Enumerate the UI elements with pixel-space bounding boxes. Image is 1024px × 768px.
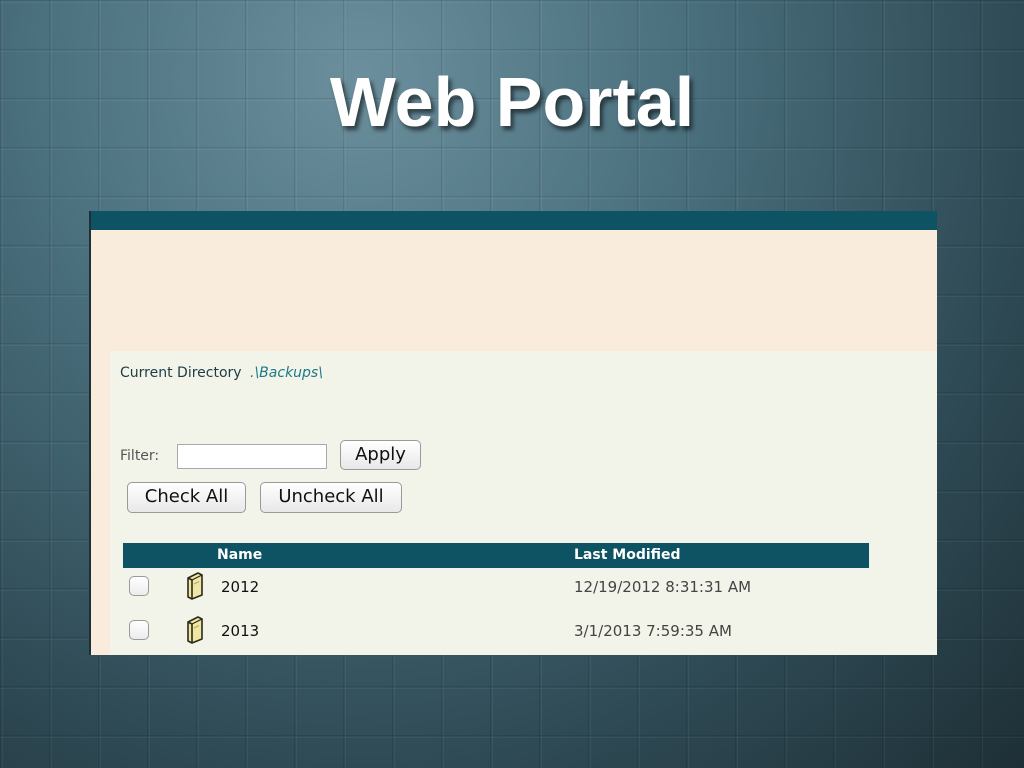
portal-content: Current Directory .\Backups\ Filter: App… bbox=[110, 351, 937, 655]
table-row: 2012 12/19/2012 8:31:31 AM bbox=[123, 569, 869, 607]
row-checkbox[interactable] bbox=[129, 620, 149, 640]
row-name[interactable]: 2012 bbox=[221, 578, 259, 596]
portal-banner bbox=[91, 230, 937, 351]
slide-title: Web Portal bbox=[329, 63, 695, 141]
filter-input[interactable] bbox=[177, 444, 327, 469]
row-last-modified: 3/1/2013 7:59:35 AM bbox=[574, 622, 732, 640]
filter-label: Filter: bbox=[120, 448, 160, 464]
column-header-last-modified[interactable]: Last Modified bbox=[574, 547, 681, 563]
current-directory: Current Directory .\Backups\ bbox=[120, 365, 323, 381]
check-all-button[interactable]: Check All bbox=[127, 482, 246, 513]
portal-top-bar bbox=[91, 211, 937, 230]
table-row: 2013 3/1/2013 7:59:35 AM bbox=[123, 613, 869, 651]
column-header-name[interactable]: Name bbox=[217, 547, 262, 563]
table-header: Name Last Modified bbox=[123, 543, 869, 568]
apply-button[interactable]: Apply bbox=[340, 440, 421, 470]
row-name[interactable]: 2013 bbox=[221, 622, 259, 640]
current-directory-path[interactable]: .\Backups\ bbox=[250, 365, 323, 381]
web-portal-screenshot: Current Directory .\Backups\ Filter: App… bbox=[89, 211, 937, 655]
row-checkbox[interactable] bbox=[129, 576, 149, 596]
current-directory-label: Current Directory bbox=[120, 365, 242, 381]
folder-icon[interactable] bbox=[182, 570, 206, 600]
row-last-modified: 12/19/2012 8:31:31 AM bbox=[574, 578, 752, 596]
folder-icon[interactable] bbox=[182, 614, 206, 644]
uncheck-all-button[interactable]: Uncheck All bbox=[260, 482, 402, 513]
